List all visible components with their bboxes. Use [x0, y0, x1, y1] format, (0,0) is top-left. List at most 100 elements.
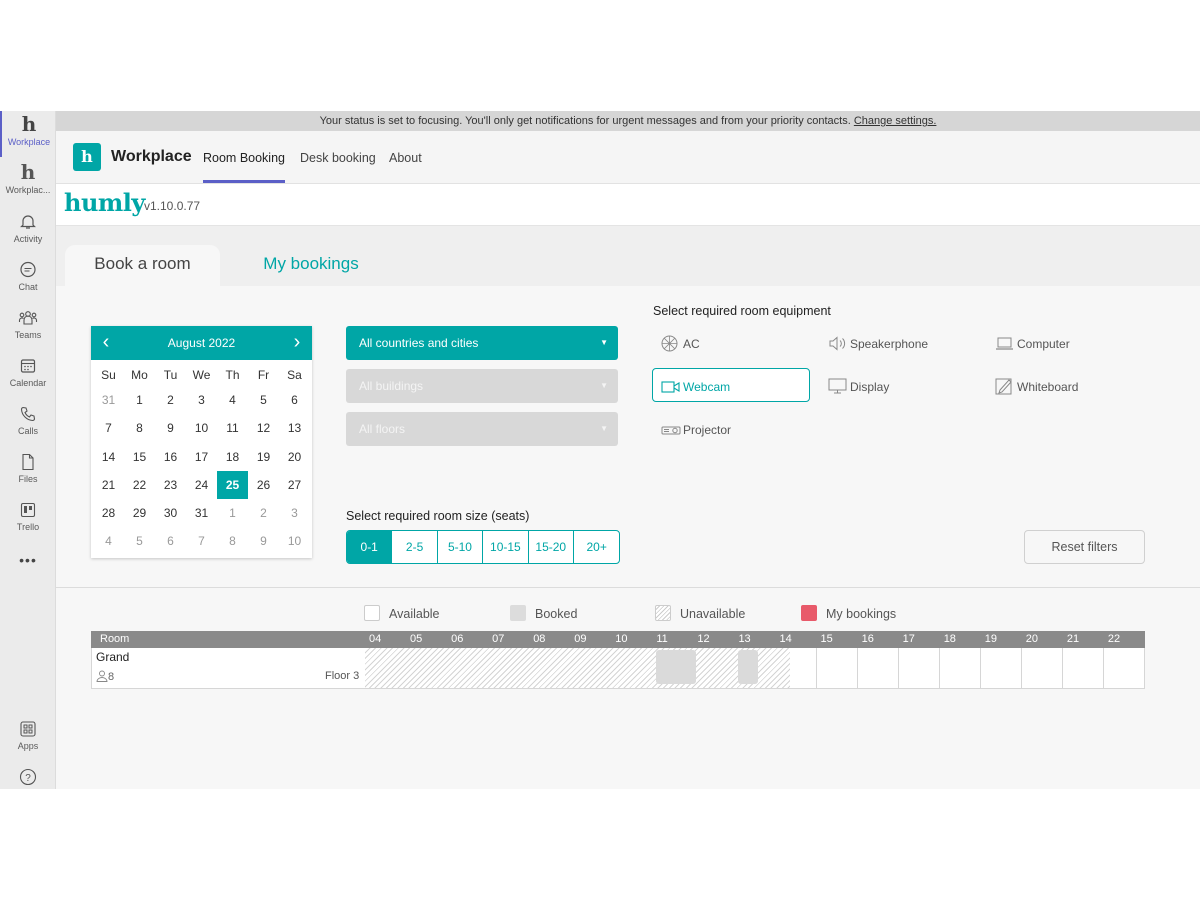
timeline-hour-label: 19 [984, 633, 997, 645]
calendar-day[interactable]: 11 [217, 414, 248, 442]
equipment-speakerphone[interactable]: Speakerphone [820, 326, 928, 360]
rail-item-workplace[interactable]: h Workplace [0, 111, 56, 157]
booked-slot[interactable] [656, 650, 696, 684]
tab-my-bookings[interactable]: My bookings [246, 245, 376, 286]
size-option[interactable]: 15-20 [529, 531, 574, 563]
calendar-day[interactable]: 13 [279, 414, 310, 442]
tab-about[interactable]: About [389, 151, 422, 183]
calendar-day[interactable]: 24 [186, 471, 217, 499]
tab-book-a-room[interactable]: Book a room [65, 245, 220, 286]
tab-room-booking[interactable]: Room Booking [203, 151, 285, 183]
floor-select[interactable]: All floors ▼ [346, 412, 618, 446]
calendar-day[interactable]: 1 [124, 386, 155, 414]
rail-item-workplace-2[interactable]: h Workplac... [0, 159, 56, 205]
chevron-left-icon[interactable]: ‹ [93, 326, 119, 358]
booked-slot[interactable] [738, 650, 758, 684]
location-select[interactable]: All countries and cities ▼ [346, 326, 618, 360]
focus-status-bar: Your status is set to focusing. You'll o… [56, 111, 1200, 131]
room-floor: Floor 3 [325, 670, 360, 682]
rail-item-more[interactable]: ••• [0, 547, 56, 593]
calendar-day[interactable]: 6 [155, 527, 186, 555]
rail-item-calendar[interactable]: Calendar [0, 352, 56, 398]
calendar-day[interactable]: 26 [248, 471, 279, 499]
rail-item-help[interactable]: ? [0, 763, 56, 809]
calendar-day[interactable]: 8 [124, 414, 155, 442]
timeline-hour-label: 13 [738, 633, 751, 645]
bell-icon [0, 208, 56, 234]
size-option[interactable]: 0-1 [347, 531, 393, 563]
calendar-day[interactable]: 5 [248, 386, 279, 414]
rail-item-chat[interactable]: Chat [0, 256, 56, 302]
calendar-day[interactable]: 9 [248, 527, 279, 555]
calendar-day[interactable]: 9 [155, 414, 186, 442]
equipment-projector[interactable]: Projector [653, 412, 731, 446]
calendar-day[interactable]: 4 [217, 386, 248, 414]
calendar-day[interactable]: 16 [155, 443, 186, 471]
timeline-hour-label: 09 [574, 633, 587, 645]
calendar-day[interactable]: 4 [93, 527, 124, 555]
tab-desk-booking[interactable]: Desk booking [300, 151, 376, 183]
calendar-day[interactable]: 22 [124, 471, 155, 499]
calendar-day[interactable]: 5 [124, 527, 155, 555]
rail-item-trello[interactable]: Trello [0, 496, 56, 542]
calendar-day[interactable]: 20 [279, 443, 310, 471]
location-select-value: All countries and cities [359, 336, 479, 350]
calendar-day[interactable]: 23 [155, 471, 186, 499]
calendar-day[interactable]: 21 [93, 471, 124, 499]
equipment-display[interactable]: Display [820, 369, 889, 403]
change-settings-link[interactable]: Change settings. [854, 115, 937, 127]
calendar-day[interactable]: 15 [124, 443, 155, 471]
calendar-day[interactable]: 28 [93, 499, 124, 527]
size-option[interactable]: 2-5 [392, 531, 438, 563]
reset-filters-button[interactable]: Reset filters [1024, 530, 1145, 564]
rail-item-calls[interactable]: Calls [0, 400, 56, 446]
calendar-day[interactable]: 12 [248, 414, 279, 442]
version-label: v1.10.0.77 [144, 199, 201, 213]
equipment-webcam[interactable]: Webcam [652, 368, 810, 402]
calendar-day[interactable]: 31 [186, 499, 217, 527]
equipment-computer[interactable]: Computer [987, 326, 1070, 360]
rail-item-apps[interactable]: Apps [0, 715, 56, 761]
calendar-day[interactable]: 7 [93, 414, 124, 442]
calendar-day[interactable]: 27 [279, 471, 310, 499]
size-option[interactable]: 10-15 [483, 531, 529, 563]
equipment-name: AC [683, 337, 700, 351]
calendar-day[interactable]: 3 [186, 386, 217, 414]
equipment-whiteboard[interactable]: Whiteboard [987, 369, 1078, 403]
size-option[interactable]: 20+ [574, 531, 619, 563]
calendar-day[interactable]: 6 [279, 386, 310, 414]
calendar-day[interactable]: 8 [217, 527, 248, 555]
calendar-day[interactable]: 14 [93, 443, 124, 471]
status-message: Your status is set to focusing. You'll o… [319, 115, 851, 127]
equipment-name: Whiteboard [1017, 380, 1079, 394]
rail-item-activity[interactable]: Activity [0, 208, 56, 254]
rail-item-teams[interactable]: Teams [0, 304, 56, 350]
person-icon [96, 670, 108, 682]
calendar-day[interactable]: 18 [217, 443, 248, 471]
calendar-day[interactable]: 17 [186, 443, 217, 471]
calendar-day[interactable]: 10 [279, 527, 310, 555]
chevron-right-icon[interactable]: › [284, 326, 310, 358]
calendar-day[interactable]: 1 [217, 499, 248, 527]
calendar-day[interactable]: 3 [279, 499, 310, 527]
equipment-ac[interactable]: AC [653, 326, 700, 360]
timeline-hour-label: 16 [861, 633, 874, 645]
timeline-row[interactable]: Grand 8 Floor 3 [91, 648, 1145, 689]
calendar-day[interactable]: 2 [248, 499, 279, 527]
legend-label: Available [389, 607, 440, 621]
legend-label: Booked [535, 607, 578, 621]
calendar-day[interactable]: 25 [217, 470, 248, 500]
size-option[interactable]: 5-10 [438, 531, 484, 563]
rail-item-files[interactable]: Files [0, 448, 56, 494]
calendar-day[interactable]: 30 [155, 499, 186, 527]
calendar-day[interactable]: 31 [93, 386, 124, 414]
building-select[interactable]: All buildings ▼ [346, 369, 618, 403]
timeline-hour-label: 07 [492, 633, 505, 645]
hour-gridline [938, 648, 940, 688]
calendar-day[interactable]: 19 [248, 443, 279, 471]
calendar-day[interactable]: 29 [124, 499, 155, 527]
calendar-day[interactable]: 10 [186, 414, 217, 442]
hour-gridline [979, 648, 981, 688]
calendar-day[interactable]: 2 [155, 386, 186, 414]
calendar-day[interactable]: 7 [186, 527, 217, 555]
